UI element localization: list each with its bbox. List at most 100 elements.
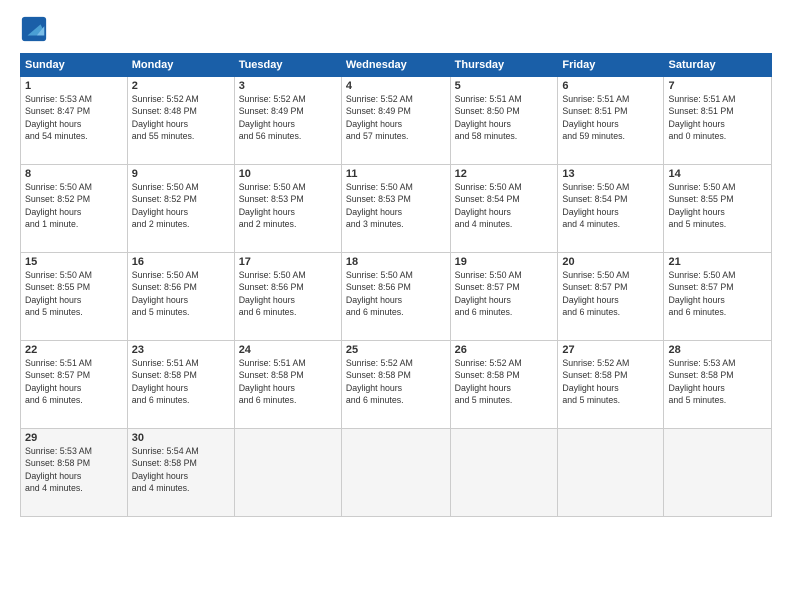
calendar-week-1: 1Sunrise: 5:53 AMSunset: 8:47 PMDaylight… bbox=[21, 77, 772, 165]
calendar-cell: 28Sunrise: 5:53 AMSunset: 8:58 PMDayligh… bbox=[664, 341, 772, 429]
day-number: 12 bbox=[455, 168, 554, 180]
day-number: 21 bbox=[668, 256, 767, 268]
day-info: Sunrise: 5:53 AMSunset: 8:58 PMDaylight … bbox=[668, 357, 767, 406]
day-number: 23 bbox=[132, 344, 230, 356]
calendar-cell: 15Sunrise: 5:50 AMSunset: 8:55 PMDayligh… bbox=[21, 253, 128, 341]
day-info: Sunrise: 5:52 AMSunset: 8:48 PMDaylight … bbox=[132, 93, 230, 142]
column-header-saturday: Saturday bbox=[664, 54, 772, 77]
calendar-cell: 19Sunrise: 5:50 AMSunset: 8:57 PMDayligh… bbox=[450, 253, 558, 341]
day-number: 14 bbox=[668, 168, 767, 180]
day-number: 20 bbox=[562, 256, 659, 268]
day-number: 28 bbox=[668, 344, 767, 356]
calendar-cell bbox=[450, 429, 558, 517]
day-number: 2 bbox=[132, 80, 230, 92]
day-info: Sunrise: 5:50 AMSunset: 8:56 PMDaylight … bbox=[132, 269, 230, 318]
day-number: 9 bbox=[132, 168, 230, 180]
calendar-cell bbox=[664, 429, 772, 517]
day-info: Sunrise: 5:54 AMSunset: 8:58 PMDaylight … bbox=[132, 445, 230, 494]
calendar-cell: 30Sunrise: 5:54 AMSunset: 8:58 PMDayligh… bbox=[127, 429, 234, 517]
calendar-cell: 7Sunrise: 5:51 AMSunset: 8:51 PMDaylight… bbox=[664, 77, 772, 165]
day-number: 27 bbox=[562, 344, 659, 356]
day-number: 19 bbox=[455, 256, 554, 268]
day-info: Sunrise: 5:50 AMSunset: 8:54 PMDaylight … bbox=[455, 181, 554, 230]
day-info: Sunrise: 5:51 AMSunset: 8:58 PMDaylight … bbox=[132, 357, 230, 406]
calendar-cell bbox=[234, 429, 341, 517]
day-number: 24 bbox=[239, 344, 337, 356]
calendar-cell: 11Sunrise: 5:50 AMSunset: 8:53 PMDayligh… bbox=[341, 165, 450, 253]
day-info: Sunrise: 5:51 AMSunset: 8:58 PMDaylight … bbox=[239, 357, 337, 406]
calendar-cell: 26Sunrise: 5:52 AMSunset: 8:58 PMDayligh… bbox=[450, 341, 558, 429]
day-number: 17 bbox=[239, 256, 337, 268]
column-header-wednesday: Wednesday bbox=[341, 54, 450, 77]
calendar-cell: 3Sunrise: 5:52 AMSunset: 8:49 PMDaylight… bbox=[234, 77, 341, 165]
day-info: Sunrise: 5:51 AMSunset: 8:57 PMDaylight … bbox=[25, 357, 123, 406]
day-info: Sunrise: 5:50 AMSunset: 8:57 PMDaylight … bbox=[455, 269, 554, 318]
calendar-cell bbox=[341, 429, 450, 517]
day-info: Sunrise: 5:52 AMSunset: 8:49 PMDaylight … bbox=[346, 93, 446, 142]
day-number: 6 bbox=[562, 80, 659, 92]
day-info: Sunrise: 5:52 AMSunset: 8:58 PMDaylight … bbox=[455, 357, 554, 406]
day-info: Sunrise: 5:50 AMSunset: 8:52 PMDaylight … bbox=[132, 181, 230, 230]
day-info: Sunrise: 5:53 AMSunset: 8:47 PMDaylight … bbox=[25, 93, 123, 142]
calendar-cell: 9Sunrise: 5:50 AMSunset: 8:52 PMDaylight… bbox=[127, 165, 234, 253]
calendar-cell: 22Sunrise: 5:51 AMSunset: 8:57 PMDayligh… bbox=[21, 341, 128, 429]
calendar-cell: 29Sunrise: 5:53 AMSunset: 8:58 PMDayligh… bbox=[21, 429, 128, 517]
calendar-cell: 8Sunrise: 5:50 AMSunset: 8:52 PMDaylight… bbox=[21, 165, 128, 253]
column-header-tuesday: Tuesday bbox=[234, 54, 341, 77]
day-info: Sunrise: 5:50 AMSunset: 8:53 PMDaylight … bbox=[346, 181, 446, 230]
calendar-cell: 5Sunrise: 5:51 AMSunset: 8:50 PMDaylight… bbox=[450, 77, 558, 165]
day-info: Sunrise: 5:50 AMSunset: 8:56 PMDaylight … bbox=[239, 269, 337, 318]
calendar-cell bbox=[558, 429, 664, 517]
calendar-cell: 14Sunrise: 5:50 AMSunset: 8:55 PMDayligh… bbox=[664, 165, 772, 253]
day-number: 18 bbox=[346, 256, 446, 268]
day-info: Sunrise: 5:51 AMSunset: 8:51 PMDaylight … bbox=[562, 93, 659, 142]
day-number: 7 bbox=[668, 80, 767, 92]
calendar-cell: 25Sunrise: 5:52 AMSunset: 8:58 PMDayligh… bbox=[341, 341, 450, 429]
header bbox=[20, 15, 772, 43]
calendar-cell: 27Sunrise: 5:52 AMSunset: 8:58 PMDayligh… bbox=[558, 341, 664, 429]
day-info: Sunrise: 5:50 AMSunset: 8:52 PMDaylight … bbox=[25, 181, 123, 230]
day-number: 30 bbox=[132, 432, 230, 444]
day-info: Sunrise: 5:50 AMSunset: 8:55 PMDaylight … bbox=[25, 269, 123, 318]
day-number: 10 bbox=[239, 168, 337, 180]
day-info: Sunrise: 5:50 AMSunset: 8:56 PMDaylight … bbox=[346, 269, 446, 318]
day-number: 4 bbox=[346, 80, 446, 92]
calendar-cell: 24Sunrise: 5:51 AMSunset: 8:58 PMDayligh… bbox=[234, 341, 341, 429]
calendar-cell: 18Sunrise: 5:50 AMSunset: 8:56 PMDayligh… bbox=[341, 253, 450, 341]
day-number: 3 bbox=[239, 80, 337, 92]
day-number: 22 bbox=[25, 344, 123, 356]
day-info: Sunrise: 5:52 AMSunset: 8:58 PMDaylight … bbox=[562, 357, 659, 406]
day-number: 16 bbox=[132, 256, 230, 268]
calendar-cell: 13Sunrise: 5:50 AMSunset: 8:54 PMDayligh… bbox=[558, 165, 664, 253]
day-info: Sunrise: 5:51 AMSunset: 8:50 PMDaylight … bbox=[455, 93, 554, 142]
day-info: Sunrise: 5:50 AMSunset: 8:57 PMDaylight … bbox=[562, 269, 659, 318]
column-header-thursday: Thursday bbox=[450, 54, 558, 77]
day-number: 1 bbox=[25, 80, 123, 92]
day-info: Sunrise: 5:52 AMSunset: 8:49 PMDaylight … bbox=[239, 93, 337, 142]
logo-icon bbox=[20, 15, 48, 43]
day-number: 29 bbox=[25, 432, 123, 444]
calendar-cell: 4Sunrise: 5:52 AMSunset: 8:49 PMDaylight… bbox=[341, 77, 450, 165]
column-header-monday: Monday bbox=[127, 54, 234, 77]
column-header-friday: Friday bbox=[558, 54, 664, 77]
day-number: 13 bbox=[562, 168, 659, 180]
day-number: 25 bbox=[346, 344, 446, 356]
calendar-week-5: 29Sunrise: 5:53 AMSunset: 8:58 PMDayligh… bbox=[21, 429, 772, 517]
column-header-sunday: Sunday bbox=[21, 54, 128, 77]
day-info: Sunrise: 5:52 AMSunset: 8:58 PMDaylight … bbox=[346, 357, 446, 406]
calendar-cell: 12Sunrise: 5:50 AMSunset: 8:54 PMDayligh… bbox=[450, 165, 558, 253]
day-info: Sunrise: 5:50 AMSunset: 8:54 PMDaylight … bbox=[562, 181, 659, 230]
day-number: 8 bbox=[25, 168, 123, 180]
calendar-week-4: 22Sunrise: 5:51 AMSunset: 8:57 PMDayligh… bbox=[21, 341, 772, 429]
calendar-cell: 21Sunrise: 5:50 AMSunset: 8:57 PMDayligh… bbox=[664, 253, 772, 341]
day-info: Sunrise: 5:50 AMSunset: 8:55 PMDaylight … bbox=[668, 181, 767, 230]
day-info: Sunrise: 5:50 AMSunset: 8:53 PMDaylight … bbox=[239, 181, 337, 230]
day-info: Sunrise: 5:50 AMSunset: 8:57 PMDaylight … bbox=[668, 269, 767, 318]
calendar-cell: 10Sunrise: 5:50 AMSunset: 8:53 PMDayligh… bbox=[234, 165, 341, 253]
calendar-header-row: SundayMondayTuesdayWednesdayThursdayFrid… bbox=[21, 54, 772, 77]
day-info: Sunrise: 5:51 AMSunset: 8:51 PMDaylight … bbox=[668, 93, 767, 142]
calendar-week-2: 8Sunrise: 5:50 AMSunset: 8:52 PMDaylight… bbox=[21, 165, 772, 253]
day-info: Sunrise: 5:53 AMSunset: 8:58 PMDaylight … bbox=[25, 445, 123, 494]
logo bbox=[20, 15, 50, 43]
day-number: 26 bbox=[455, 344, 554, 356]
